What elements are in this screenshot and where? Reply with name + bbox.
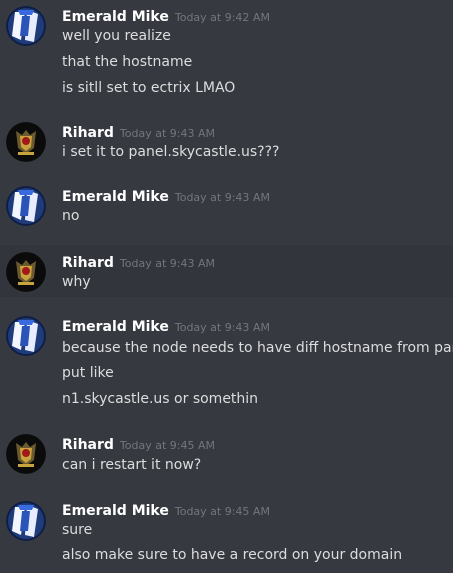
message-header: Emerald Mike Today at 9:43 AM [62,186,270,205]
username[interactable]: Emerald Mike [62,503,169,519]
message-group: Rihard Today at 9:43 AM i set it to panel… [0,112,453,178]
timestamp: Today at 9:42 AM [174,11,270,24]
message-group: Emerald Mike Today at 9:43 AM because the… [0,297,453,427]
emerald-mike-avatar[interactable] [6,316,46,356]
message-text: i set it to panel.skycastle.us??? [62,144,280,160]
timestamp: Today at 9:45 AM [174,505,270,518]
timestamp: Today at 9:43 AM [174,321,270,334]
rihard-avatar[interactable] [6,122,46,162]
username[interactable]: Rihard [62,437,114,453]
message-text: because the node needs to have diff host… [62,340,453,356]
message-text: sure [62,522,93,538]
message-text: also make sure to have a record on your … [62,547,403,563]
timestamp: Today at 9:43 AM [119,127,215,140]
message-group: Emerald Mike Today at 9:43 AM no [0,178,453,244]
username[interactable]: Rihard [62,255,114,271]
message-text: well you realize [62,28,171,44]
message-group: Emerald Mike Today at 9:45 AM sure also m… [0,491,453,573]
message-header: Rihard Today at 9:43 AM [62,122,215,141]
message-header: Emerald Mike Today at 9:45 AM [62,500,270,519]
message-text: n1.skycastle.us or somethin [62,391,259,407]
message-text: put like [62,365,114,381]
message-text: is sitll set to ectrix LMAO [62,80,236,96]
message-text: no [62,208,80,224]
message-header: Emerald Mike Today at 9:43 AM [62,316,270,335]
message-text: that the hostname [62,54,193,70]
username[interactable]: Emerald Mike [62,319,169,335]
message-header: Rihard Today at 9:43 AM [62,252,215,271]
message-text: can i restart it now? [62,457,202,473]
username[interactable]: Rihard [62,125,114,141]
timestamp: Today at 9:43 AM [119,257,215,270]
emerald-mike-avatar[interactable] [6,186,46,226]
message-header: Emerald Mike Today at 9:42 AM [62,6,270,25]
username[interactable]: Emerald Mike [62,9,169,25]
timestamp: Today at 9:43 AM [174,191,270,204]
rihard-avatar[interactable] [6,434,46,474]
emerald-mike-avatar[interactable] [6,501,46,541]
message-group: Rihard Today at 9:43 AM why [0,245,453,297]
username[interactable]: Emerald Mike [62,189,169,205]
message-text: why [62,274,91,290]
message-header: Rihard Today at 9:45 AM [62,434,215,453]
emerald-mike-avatar[interactable] [6,6,46,46]
rihard-avatar[interactable] [6,252,46,292]
message-group: Emerald Mike Today at 9:42 AM well you re… [0,0,453,112]
timestamp: Today at 9:45 AM [119,439,215,452]
message-group: Rihard Today at 9:45 AM can i restart it … [0,427,453,491]
